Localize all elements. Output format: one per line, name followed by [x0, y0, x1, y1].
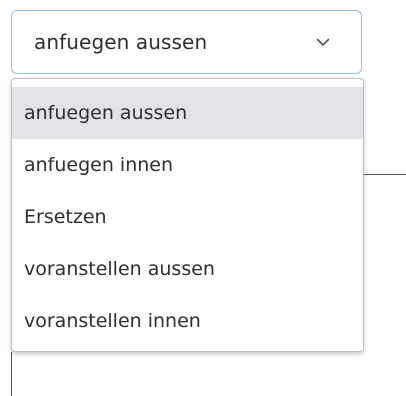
option-voranstellen-innen[interactable]: voranstellen innen	[12, 295, 363, 347]
chevron-down-icon[interactable]	[315, 37, 331, 47]
stage: anfuegen aussen anfuegen aussen anfuegen…	[0, 0, 406, 396]
option-anfuegen-innen[interactable]: anfuegen innen	[12, 139, 363, 191]
connector-line-vertical	[11, 352, 12, 396]
insert-mode-dropdown-menu: anfuegen aussen anfuegen innen Ersetzen …	[11, 78, 364, 352]
option-ersetzen[interactable]: Ersetzen	[12, 191, 363, 243]
select-current-value: anfuegen aussen	[34, 30, 208, 54]
option-label: anfuegen innen	[24, 154, 174, 176]
insert-mode-select[interactable]: anfuegen aussen	[11, 10, 362, 74]
option-label: anfuegen aussen	[24, 102, 188, 124]
option-label: voranstellen aussen	[24, 258, 215, 280]
option-label: voranstellen innen	[24, 310, 201, 332]
option-voranstellen-aussen[interactable]: voranstellen aussen	[12, 243, 363, 295]
option-label: Ersetzen	[24, 206, 107, 228]
option-anfuegen-aussen[interactable]: anfuegen aussen	[12, 87, 363, 139]
connector-line-horizontal	[364, 174, 406, 175]
